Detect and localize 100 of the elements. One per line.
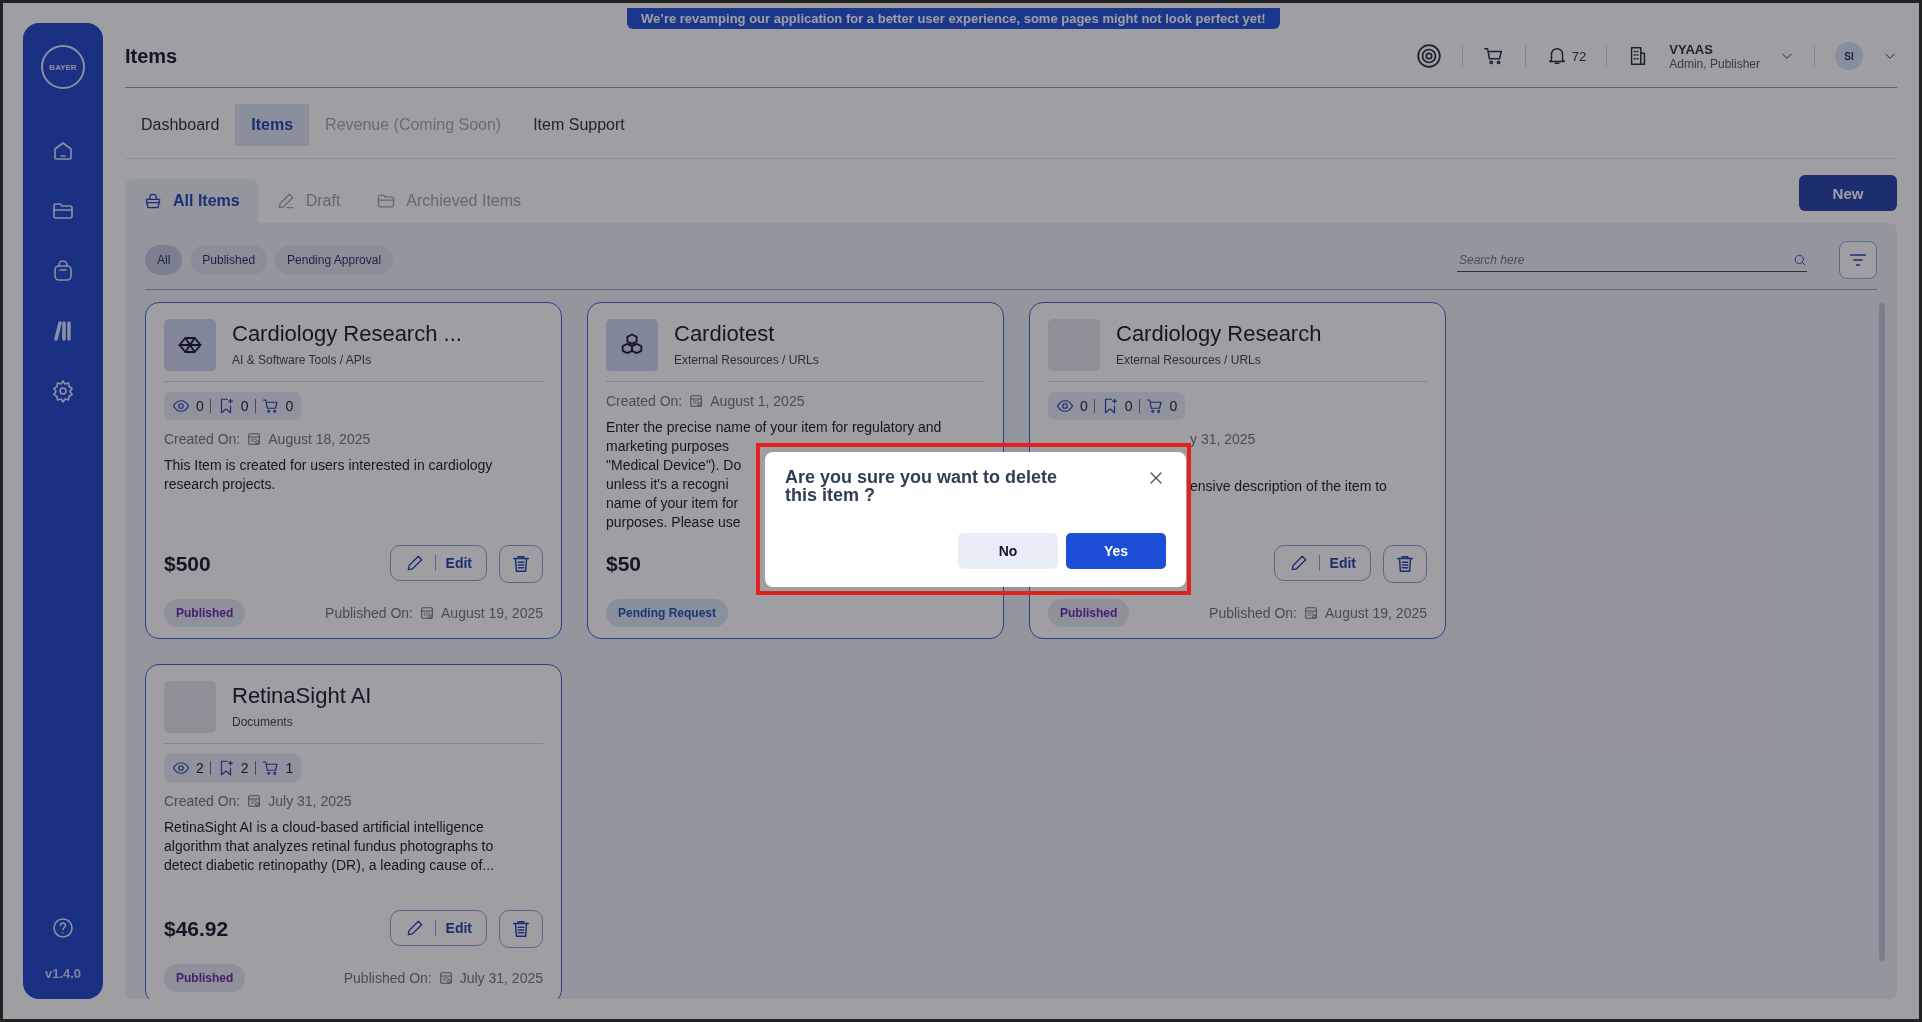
user-role: Admin, Publisher bbox=[1669, 56, 1760, 71]
created-date: August 18, 2025 bbox=[268, 431, 371, 447]
settings-icon bbox=[51, 379, 75, 403]
published-label: Published On: bbox=[1209, 605, 1297, 621]
basket-icon bbox=[143, 191, 163, 211]
published-date: July 31, 2025 bbox=[459, 970, 543, 986]
calendar-icon bbox=[246, 793, 263, 809]
edit-button[interactable]: Edit bbox=[389, 545, 487, 581]
description-line: algorithm that analyzes retinal fundus photographs to bbox=[164, 837, 494, 856]
help-icon bbox=[51, 916, 75, 940]
cart-icon bbox=[261, 397, 280, 415]
status-badge: Published bbox=[1048, 599, 1130, 627]
item-category: External Resources / URLs bbox=[1116, 353, 1262, 367]
cart-icon bbox=[1145, 397, 1164, 415]
notification-count: 72 bbox=[1571, 48, 1587, 64]
created-date: July 31, 2025 bbox=[268, 793, 352, 809]
item-title: RetinaSight AI bbox=[232, 683, 372, 709]
cart-count: 0 bbox=[1169, 398, 1178, 414]
description-line: marketing purposes bbox=[606, 437, 729, 456]
item-category: AI & Software Tools / APIs bbox=[232, 353, 373, 367]
saves-count: 0 bbox=[1124, 398, 1133, 414]
edit-button[interactable]: Edit bbox=[389, 910, 487, 946]
published-date: August 19, 2025 bbox=[441, 605, 543, 621]
trash-icon bbox=[1394, 553, 1416, 575]
description-line: This Item is created for users interested in cardiology bbox=[164, 456, 493, 475]
new-button[interactable]: New bbox=[1799, 175, 1897, 211]
description-line: purposes. Please use bbox=[606, 513, 741, 532]
version-label: v1.4.0 bbox=[44, 966, 82, 981]
description-line: name of your item for bbox=[606, 494, 739, 513]
status-badge: Pending Request bbox=[606, 599, 728, 627]
trash-icon bbox=[510, 553, 532, 575]
filter-chip[interactable]: Pending Approval bbox=[275, 245, 394, 275]
calendar-icon bbox=[688, 393, 705, 409]
notice-banner: We’re revamping our application for a better user experience, some pages might not look perfect yet! bbox=[627, 8, 1280, 29]
price: $46.92 bbox=[164, 917, 229, 941]
item-category: Documents bbox=[232, 715, 294, 729]
price: $50 bbox=[606, 552, 642, 576]
status-badge: Published bbox=[164, 964, 246, 992]
page-title: Items bbox=[125, 44, 179, 68]
created-date: y 31, 2025 bbox=[1190, 431, 1256, 447]
published-label: Published On: bbox=[343, 970, 432, 986]
filter-chip[interactable]: Published bbox=[190, 245, 268, 275]
description-line: detect diabetic retinopathy (DR), a leading cause of... bbox=[164, 856, 494, 875]
saves-count: 0 bbox=[240, 398, 249, 414]
views-count: 0 bbox=[1080, 398, 1088, 414]
nav-tab[interactable]: Item Support bbox=[517, 104, 641, 146]
search-icon bbox=[1793, 252, 1807, 267]
calendar-icon bbox=[1303, 605, 1319, 621]
nav-tab[interactable]: Dashboard bbox=[125, 104, 236, 146]
item-category: External Resources / URLs bbox=[674, 353, 819, 367]
item-title: Cardiotest bbox=[674, 321, 776, 347]
cart-icon bbox=[261, 759, 280, 777]
calendar-icon bbox=[246, 431, 263, 447]
description-line: research projects. bbox=[164, 475, 276, 494]
scrollbar[interactable] bbox=[1879, 303, 1885, 961]
delete-button[interactable] bbox=[499, 910, 543, 948]
created-label: Created On: bbox=[606, 393, 683, 409]
filter-button[interactable] bbox=[1839, 241, 1877, 279]
description-line: ensive description of the item to bbox=[1190, 477, 1387, 496]
delete-button[interactable] bbox=[1383, 545, 1427, 583]
item-title: Cardiology Research ... bbox=[232, 321, 462, 347]
description-line: "Medical Device"). Do bbox=[606, 456, 742, 475]
home-icon bbox=[51, 139, 75, 163]
created-label: Created On: bbox=[164, 431, 241, 447]
user-name: VYAAS bbox=[1669, 41, 1714, 57]
description-line: Enter the precise name of your item for regulatory and bbox=[606, 418, 942, 437]
published-label: Published On: bbox=[325, 605, 413, 621]
dialog-button[interactable]: No bbox=[958, 533, 1058, 569]
sub-tab[interactable]: All Items bbox=[125, 179, 258, 223]
filter-chip[interactable]: All bbox=[145, 245, 183, 275]
created-label: Created On: bbox=[164, 793, 241, 809]
target-icon bbox=[1415, 43, 1442, 69]
delete-button[interactable] bbox=[499, 545, 543, 583]
item-title: Cardiology Research bbox=[1116, 321, 1322, 347]
edit-button[interactable]: Edit bbox=[1273, 545, 1371, 581]
dialog-button[interactable]: Yes bbox=[1066, 533, 1166, 569]
dialog-title: Are you sure you want to delete this item ? bbox=[785, 468, 1059, 504]
description-line: RetinaSight AI is a cloud-based artificial intelligence bbox=[164, 818, 484, 837]
description-line: unless it's a recogni bbox=[606, 475, 729, 494]
published-date: August 19, 2025 bbox=[1325, 605, 1427, 621]
eye-icon bbox=[1056, 397, 1074, 415]
cart-count: 0 bbox=[285, 398, 294, 414]
eye-icon bbox=[172, 759, 190, 777]
views-count: 0 bbox=[196, 398, 204, 414]
calendar-icon bbox=[437, 970, 454, 986]
bag-icon bbox=[51, 259, 75, 283]
saves-count: 2 bbox=[240, 760, 249, 776]
cart-count: 1 bbox=[285, 760, 294, 776]
avatar[interactable]: SI bbox=[1835, 42, 1863, 70]
status-badge: Published bbox=[164, 599, 246, 627]
nav-tab[interactable]: Items bbox=[235, 104, 310, 146]
search-field[interactable]: Search here bbox=[1457, 248, 1793, 271]
calendar-icon bbox=[419, 605, 435, 621]
logo[interactable]: BAYER bbox=[41, 45, 85, 89]
price: $500 bbox=[164, 552, 211, 576]
trash-icon bbox=[510, 918, 532, 940]
views-count: 2 bbox=[196, 760, 204, 776]
eye-icon bbox=[172, 397, 190, 415]
created-date: August 1, 2025 bbox=[710, 393, 805, 409]
cart-icon bbox=[1482, 45, 1505, 67]
